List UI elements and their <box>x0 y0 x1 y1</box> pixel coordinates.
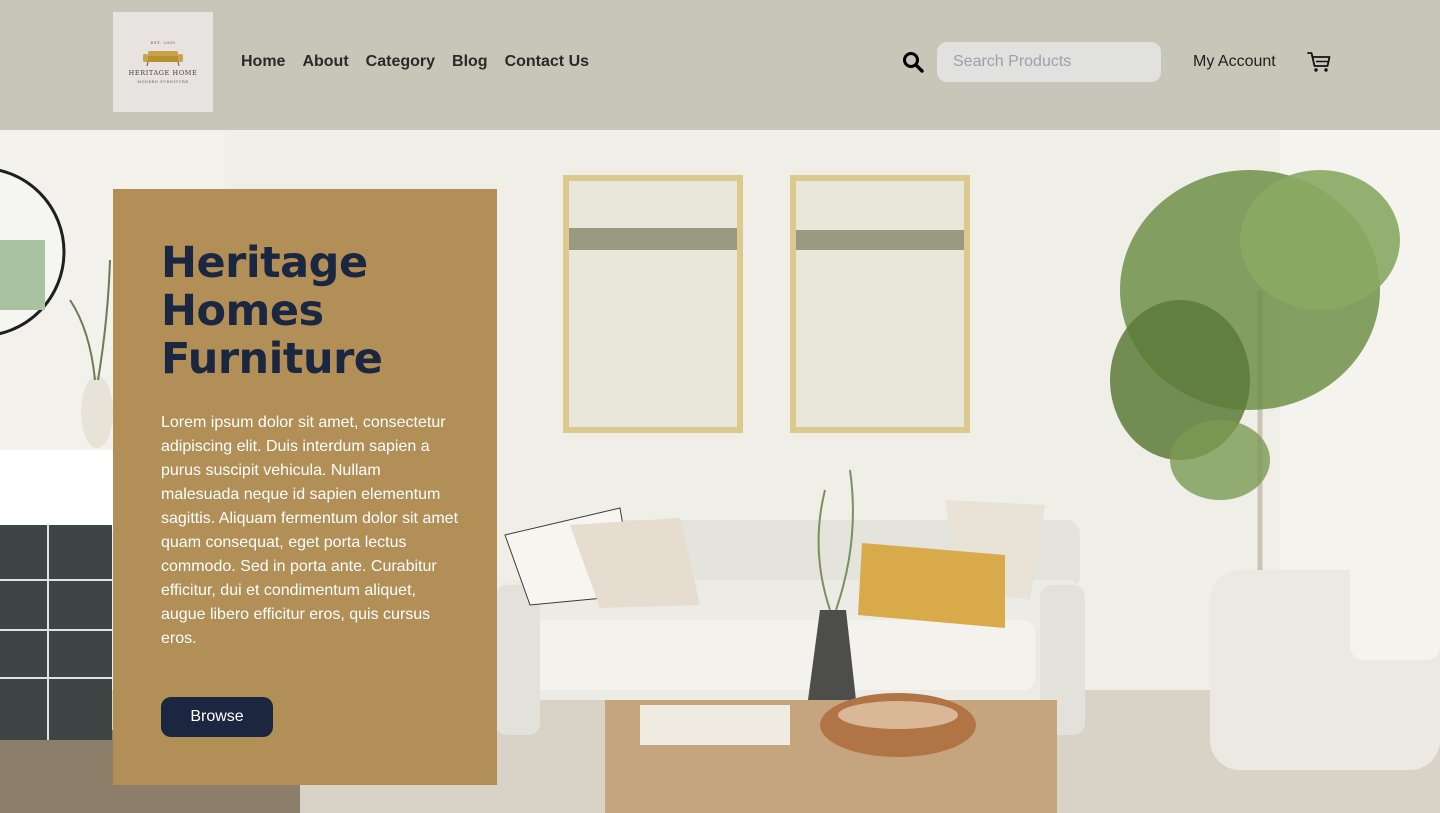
search-input[interactable] <box>937 42 1161 82</box>
cart-icon[interactable] <box>1307 51 1331 73</box>
main-nav: Home About Category Blog Contact Us <box>241 52 589 72</box>
hero-card: Heritage Homes Furniture Lorem ipsum dol… <box>113 189 497 785</box>
site-header: EST. 2005 HERITAGE HOME MODERN FURNITURE… <box>0 0 1440 130</box>
hero-description: Lorem ipsum dolor sit amet, consectetur … <box>161 414 459 647</box>
my-account-link[interactable]: My Account <box>1193 52 1276 72</box>
nav-blog-link[interactable]: Blog <box>452 52 488 72</box>
logo-name-text: HERITAGE HOME <box>128 69 198 77</box>
search-icon[interactable] <box>902 51 924 73</box>
nav-about-link[interactable]: About <box>302 52 348 72</box>
hero-section: Heritage Homes Furniture Lorem ipsum dol… <box>0 130 1440 813</box>
logo-est-text: EST. 2005 <box>150 40 176 45</box>
browse-button[interactable]: Browse <box>161 697 273 737</box>
hero-title: Heritage Homes Furniture <box>161 238 383 384</box>
nav-contact-link[interactable]: Contact Us <box>505 52 589 72</box>
sofa-logo-icon <box>143 51 183 67</box>
nav-category-link[interactable]: Category <box>366 52 435 72</box>
brand-logo[interactable]: EST. 2005 HERITAGE HOME MODERN FURNITURE <box>113 12 213 112</box>
logo-tagline-text: MODERN FURNITURE <box>137 80 189 84</box>
nav-home-link[interactable]: Home <box>241 52 285 72</box>
